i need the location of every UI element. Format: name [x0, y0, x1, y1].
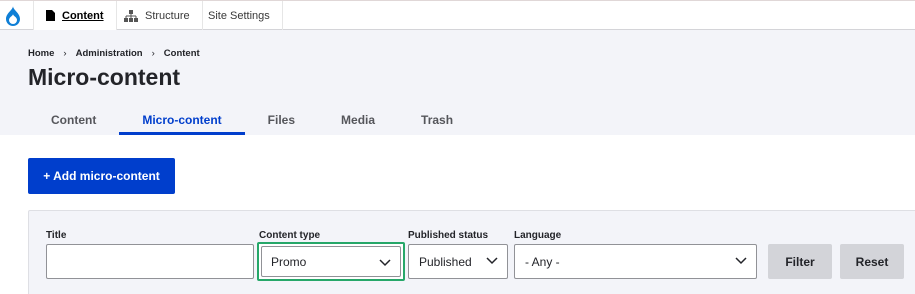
chevron-down-icon: [379, 259, 391, 267]
published-status-label: Published status: [408, 230, 489, 241]
toolbar-site-settings[interactable]: Site Settings: [196, 1, 283, 30]
breadcrumb-separator: ›: [63, 48, 67, 59]
toolbar-site-settings-label: Site Settings: [208, 9, 270, 22]
tab-trash[interactable]: Trash: [398, 105, 476, 135]
structure-icon: [124, 9, 138, 22]
language-value: - Any -: [525, 254, 560, 269]
filter-button[interactable]: Filter: [768, 244, 832, 279]
content-type-select[interactable]: Promo: [257, 242, 405, 281]
breadcrumb: Home › Administration › Content: [28, 48, 200, 59]
admin-toolbar: Content Structure Site Settings: [0, 0, 915, 30]
breadcrumb-separator: ›: [151, 48, 155, 59]
content-type-label: Content type: [259, 230, 321, 241]
chevron-down-icon: [735, 257, 747, 265]
tab-micro-content[interactable]: Micro-content: [119, 105, 246, 135]
breadcrumb-home[interactable]: Home: [28, 48, 54, 59]
document-icon: [46, 10, 55, 21]
published-status-select[interactable]: Published: [408, 244, 508, 279]
content-type-value: Promo: [271, 254, 307, 269]
tab-content[interactable]: Content: [28, 105, 119, 135]
page-header: Home › Administration › Content Micro-co…: [0, 30, 915, 135]
chevron-down-icon: [486, 257, 498, 265]
published-status-value: Published: [419, 254, 472, 269]
primary-tabs: Content Micro-content Files Media Trash: [28, 105, 476, 135]
drupal-logo-icon[interactable]: [0, 1, 26, 31]
tab-media[interactable]: Media: [318, 105, 398, 135]
breadcrumb-administration[interactable]: Administration: [76, 48, 143, 59]
page-title: Micro-content: [28, 64, 181, 90]
add-micro-content-button[interactable]: + Add micro-content: [28, 158, 175, 194]
title-filter-label: Title: [46, 230, 67, 241]
tab-files[interactable]: Files: [245, 105, 318, 135]
toolbar-content[interactable]: Content: [33, 1, 117, 30]
reset-button[interactable]: Reset: [840, 244, 904, 279]
title-filter-input[interactable]: [46, 244, 254, 279]
language-label: Language: [514, 230, 562, 241]
toolbar-structure-label: Structure: [145, 9, 190, 22]
toolbar-structure[interactable]: Structure: [112, 1, 203, 30]
language-select[interactable]: - Any -: [514, 244, 757, 279]
toolbar-content-label: Content: [62, 9, 104, 22]
breadcrumb-content[interactable]: Content: [164, 48, 200, 59]
